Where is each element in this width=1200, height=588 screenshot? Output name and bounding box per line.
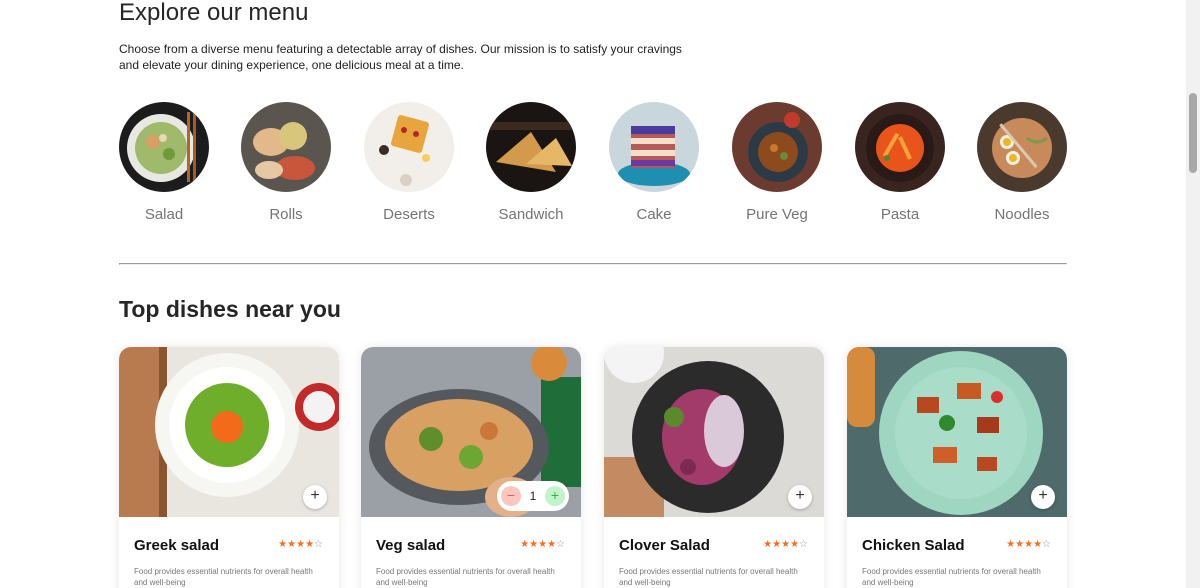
- menu-item-label: Pure Veg: [746, 206, 808, 223]
- menu-item-label: Noodles: [994, 206, 1050, 223]
- increase-quantity-button[interactable]: +: [545, 486, 565, 506]
- menu-item-rolls[interactable]: Rolls: [241, 102, 331, 223]
- noodles-category-image[interactable]: [977, 102, 1067, 192]
- food-card-clover-salad: + Clover Salad ★★★★☆ Food provides essen…: [604, 347, 824, 588]
- food-card-veg-salad: − 1 + Veg salad ★★★★☆ Food provides esse…: [361, 347, 581, 588]
- food-image: +: [119, 347, 339, 517]
- food-card-greek-salad: + Greek salad ★★★★☆ Food provides essent…: [119, 347, 339, 588]
- empty-star: ☆: [556, 539, 565, 550]
- food-description: Food provides essential nutrients for ov…: [134, 567, 313, 587]
- menu-item-label: Deserts: [383, 206, 435, 223]
- page-scrollbar[interactable]: [1186, 0, 1200, 588]
- menu-item-label: Sandwich: [498, 206, 564, 223]
- food-image: +: [847, 347, 1067, 517]
- cake-category-image[interactable]: [609, 102, 699, 192]
- food-image: − 1 +: [361, 347, 581, 517]
- food-info: Clover Salad ★★★★☆ Food provides essenti…: [604, 517, 824, 588]
- menu-item-noodles[interactable]: Noodles: [977, 102, 1067, 223]
- deserts-category-image[interactable]: [364, 102, 454, 192]
- add-to-cart-button[interactable]: +: [788, 485, 812, 509]
- item-quantity: 1: [529, 489, 537, 503]
- pure-veg-category-image[interactable]: [732, 102, 822, 192]
- food-description: Food provides essential nutrients for ov…: [376, 567, 555, 587]
- quantity-counter: − 1 +: [497, 481, 569, 511]
- rolls-category-image[interactable]: [241, 102, 331, 192]
- pasta-category-image[interactable]: [855, 102, 945, 192]
- filled-stars: ★★★★: [278, 539, 315, 550]
- salad-category-image[interactable]: [119, 102, 209, 192]
- rating-stars: ★★★★☆: [520, 539, 565, 550]
- menu-item-cake[interactable]: Cake: [609, 102, 699, 223]
- food-info: Veg salad ★★★★☆ Food provides essential …: [361, 517, 581, 588]
- food-image: +: [604, 347, 824, 517]
- menu-item-deserts[interactable]: Deserts: [364, 102, 454, 223]
- menu-item-label: Pasta: [880, 206, 920, 223]
- empty-star: ☆: [314, 539, 323, 550]
- top-dishes-title: Top dishes near you: [119, 296, 341, 322]
- food-card-chicken-salad: + Chicken Salad ★★★★☆ Food provides esse…: [847, 347, 1067, 588]
- decrease-quantity-button[interactable]: −: [501, 486, 521, 506]
- scrollbar-thumb[interactable]: [1189, 93, 1197, 173]
- rating-stars: ★★★★☆: [763, 539, 808, 550]
- section-divider: [119, 263, 1067, 265]
- page: Explore our menu Choose from a diverse m…: [0, 0, 1186, 588]
- menu-item-sandwich[interactable]: Sandwich: [486, 102, 576, 223]
- food-description: Food provides essential nutrients for ov…: [619, 567, 798, 587]
- food-info: Greek salad ★★★★☆ Food provides essentia…: [119, 517, 339, 588]
- filled-stars: ★★★★: [763, 539, 800, 550]
- filled-stars: ★★★★: [1006, 539, 1043, 550]
- menu-item-label: Salad: [144, 206, 184, 223]
- menu-item-label: Rolls: [269, 206, 303, 223]
- menu-item-label: Cake: [636, 206, 672, 223]
- empty-star: ☆: [1042, 539, 1051, 550]
- food-info: Chicken Salad ★★★★☆ Food provides essent…: [847, 517, 1067, 588]
- rating-stars: ★★★★☆: [1006, 539, 1051, 550]
- add-to-cart-button[interactable]: +: [1031, 485, 1055, 509]
- menu-item-pasta[interactable]: Pasta: [855, 102, 945, 223]
- menu-category-list: Salad Rolls Deserts Sandwich Cake Pure V…: [119, 102, 1067, 232]
- explore-menu-description: Choose from a diverse menu featuring a d…: [119, 42, 682, 72]
- rating-stars: ★★★★☆: [278, 539, 323, 550]
- menu-item-pure-veg[interactable]: Pure Veg: [732, 102, 822, 223]
- menu-item-salad[interactable]: Salad: [119, 102, 209, 223]
- filled-stars: ★★★★: [520, 539, 557, 550]
- sandwich-category-image[interactable]: [486, 102, 576, 192]
- explore-menu-title: Explore our menu: [119, 0, 309, 26]
- food-description: Food provides essential nutrients for ov…: [862, 567, 1041, 587]
- add-to-cart-button[interactable]: +: [303, 485, 327, 509]
- empty-star: ☆: [799, 539, 808, 550]
